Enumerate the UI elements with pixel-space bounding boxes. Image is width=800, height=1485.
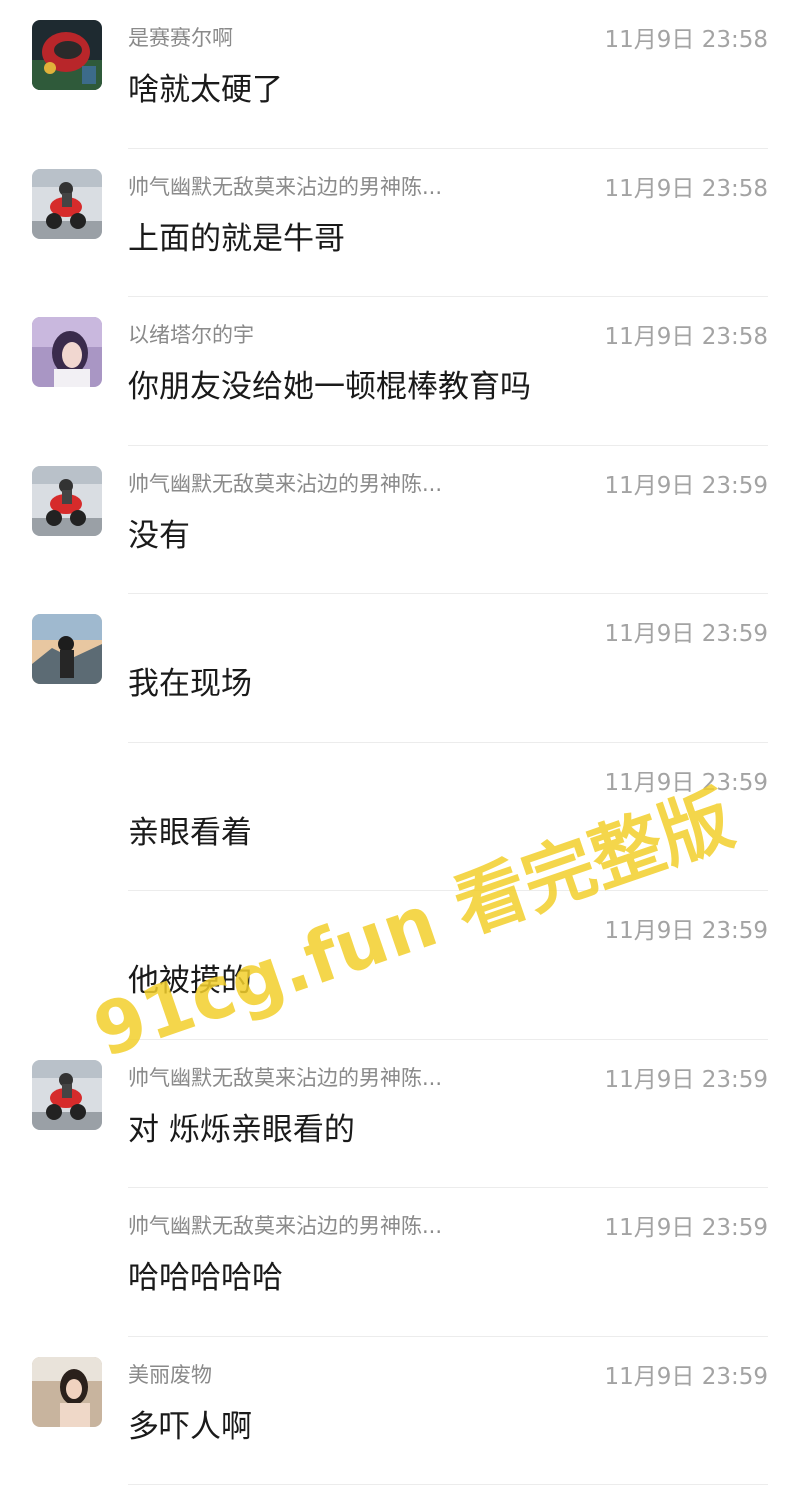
message-row[interactable]: 11月9日 23:59 他被摸的 (0, 891, 800, 1040)
message-row[interactable]: 帅气幽默无敌莫来沾边的男神陈... 11月9日 23:59 哈哈哈哈哈 (0, 1188, 800, 1337)
message-time: 11月9日 23:58 (605, 317, 769, 351)
mountain-rider-avatar[interactable] (32, 614, 102, 684)
sender-name: 以绪塔尔的宇 (128, 319, 508, 349)
message-row[interactable]: 帅气幽默无敌莫来沾边的男神陈... 11月9日 23:59 没有 (0, 446, 800, 595)
message-time: 11月9日 23:59 (605, 1208, 769, 1242)
message-text: 啥就太硬了 (128, 64, 283, 109)
sender-name: 帅气幽默无敌莫来沾边的男神陈... (128, 1210, 508, 1240)
message-text: 我在现场 (128, 658, 252, 703)
motorcycle-avatar[interactable] (32, 1060, 102, 1130)
motorcycle-avatar[interactable] (32, 169, 102, 239)
message-time: 11月9日 23:59 (605, 911, 769, 945)
message-row[interactable]: 以绪塔尔的宇 11月9日 23:58 你朋友没给她一顿棍棒教育吗 (0, 297, 800, 446)
message-row[interactable]: 帅气幽默无敌莫来沾边的男神陈... 11月9日 23:59 对 烁烁亲眼看的 (0, 1040, 800, 1189)
message-row[interactable]: 11月9日 23:59 亲眼看着 (0, 743, 800, 892)
message-time: 11月9日 23:59 (605, 614, 769, 648)
girl-photo-avatar[interactable] (32, 1357, 102, 1427)
anime-girl-avatar[interactable] (32, 317, 102, 387)
message-time: 11月9日 23:59 (605, 763, 769, 797)
sender-name: 是赛赛尔啊 (128, 22, 508, 52)
message-time: 11月9日 23:58 (605, 20, 769, 54)
message-time: 11月9日 23:59 (605, 466, 769, 500)
message-row[interactable]: 美丽废物 11月9日 23:59 多吓人啊 (0, 1337, 800, 1485)
message-row[interactable]: 是赛赛尔啊 11月9日 23:58 啥就太硬了 (0, 0, 800, 149)
message-text: 哈哈哈哈哈 (128, 1252, 283, 1297)
message-text: 你朋友没给她一顿棍棒教育吗 (128, 361, 531, 406)
message-text: 亲眼看着 (128, 807, 252, 852)
helmet-avatar[interactable] (32, 20, 102, 90)
message-text: 他被摸的 (128, 955, 252, 1000)
message-text: 没有 (128, 510, 190, 555)
sender-name: 美丽废物 (128, 1359, 508, 1389)
sender-name: 帅气幽默无敌莫来沾边的男神陈... (128, 468, 508, 498)
motorcycle-avatar[interactable] (32, 466, 102, 536)
sender-name: 帅气幽默无敌莫来沾边的男神陈... (128, 1062, 508, 1092)
message-row[interactable]: 11月9日 23:59 我在现场 (0, 594, 800, 743)
message-time: 11月9日 23:59 (605, 1357, 769, 1391)
message-text: 上面的就是牛哥 (128, 213, 345, 258)
message-time: 11月9日 23:59 (605, 1060, 769, 1094)
message-row[interactable]: 帅气幽默无敌莫来沾边的男神陈... 11月9日 23:58 上面的就是牛哥 (0, 149, 800, 298)
sender-name: 帅气幽默无敌莫来沾边的男神陈... (128, 171, 508, 201)
message-text: 对 烁烁亲眼看的 (128, 1104, 355, 1149)
chat-message-list[interactable]: 是赛赛尔啊 11月9日 23:58 啥就太硬了 帅气幽默无敌莫来沾边的男神陈..… (0, 0, 800, 1480)
message-time: 11月9日 23:58 (605, 169, 769, 203)
message-text: 多吓人啊 (128, 1401, 252, 1446)
